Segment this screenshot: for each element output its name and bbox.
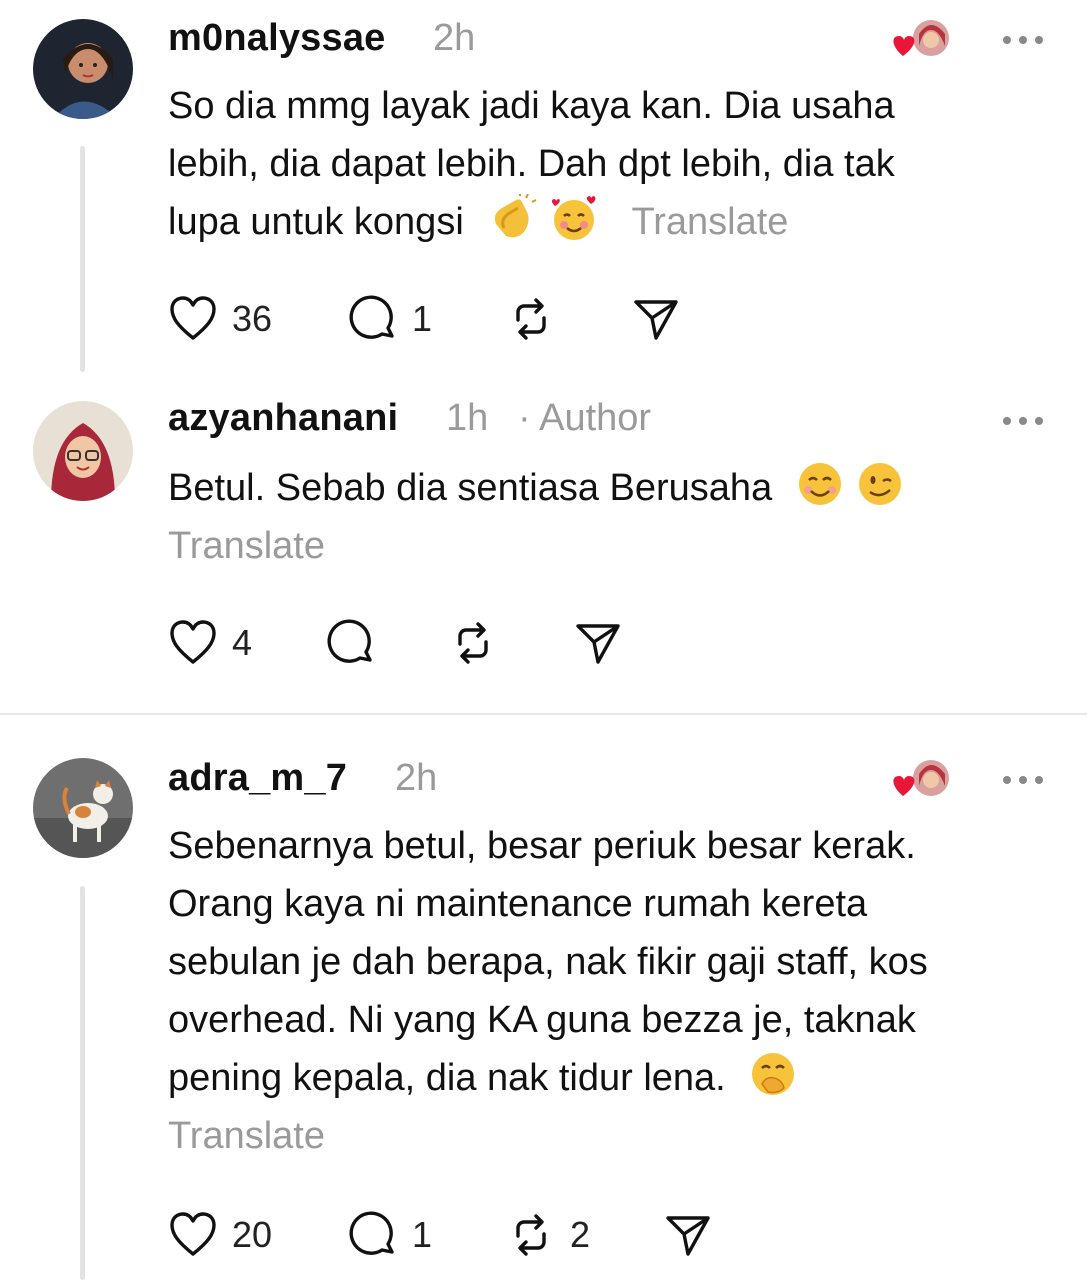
like-count: 36 bbox=[232, 298, 273, 339]
divider bbox=[0, 713, 1087, 715]
translate-link[interactable]: Translate bbox=[168, 517, 1048, 575]
share-button[interactable] bbox=[662, 1210, 712, 1260]
comment-icon bbox=[349, 1211, 394, 1255]
send-icon bbox=[634, 300, 678, 340]
repost-icon bbox=[458, 622, 488, 664]
more-options-icon[interactable] bbox=[1003, 772, 1043, 788]
timestamp: 1h bbox=[446, 397, 489, 439]
author-badge: · Author bbox=[518, 397, 652, 439]
send-icon bbox=[576, 624, 620, 664]
repost-icon bbox=[516, 298, 546, 340]
like-button[interactable]: 4 bbox=[168, 618, 252, 668]
avatar[interactable] bbox=[33, 401, 133, 501]
comment-line: Betul. Sebab dia sentiasa Berusaha bbox=[168, 467, 773, 509]
heart-icon bbox=[170, 1212, 216, 1256]
timestamp: 2h bbox=[395, 757, 438, 799]
timestamp: 2h bbox=[433, 17, 476, 59]
like-button[interactable]: 20 bbox=[168, 1210, 272, 1260]
username[interactable]: adra_m_7 bbox=[168, 757, 347, 800]
comment-text: Sebenarnya betul, besar periuk besar ker… bbox=[168, 817, 1048, 1165]
reply-button[interactable]: 1 bbox=[348, 1210, 432, 1260]
smiling-face-with-hearts-icon bbox=[549, 194, 599, 242]
repost-count: 2 bbox=[570, 1214, 591, 1255]
avatar[interactable] bbox=[33, 758, 133, 858]
heart-icon bbox=[170, 296, 216, 340]
reply-count: 1 bbox=[412, 298, 433, 339]
share-button[interactable] bbox=[630, 294, 680, 344]
repost-button[interactable]: 2 bbox=[506, 1210, 590, 1260]
reply-button[interactable]: 1 bbox=[348, 294, 432, 344]
comment-line: lebih, dia dapat lebih. Dah dpt lebih, d… bbox=[168, 143, 895, 185]
clapping-hands-icon bbox=[488, 192, 538, 242]
like-button[interactable]: 36 bbox=[168, 294, 272, 344]
heart-icon bbox=[170, 620, 216, 664]
comment-text: So dia mmg layak jadi kaya kan. Dia usah… bbox=[168, 77, 1048, 251]
username[interactable]: azyanhanani bbox=[168, 397, 398, 440]
thread-line bbox=[80, 886, 85, 1280]
translate-link[interactable]: Translate bbox=[631, 201, 788, 243]
thread-line bbox=[80, 146, 85, 372]
comment-icon bbox=[349, 295, 394, 339]
comment-line: overhead. Ni yang KA guna bezza je, takn… bbox=[168, 999, 916, 1041]
repost-button[interactable] bbox=[448, 618, 498, 668]
reply-count: 1 bbox=[412, 1214, 433, 1255]
reply-button[interactable] bbox=[326, 618, 376, 668]
avatar[interactable] bbox=[33, 19, 133, 119]
liked-by-author-icon bbox=[889, 756, 953, 802]
smiling-face-icon bbox=[795, 460, 845, 508]
more-options-icon[interactable] bbox=[1003, 32, 1043, 48]
comment-text: Betul. Sebab dia sentiasa Berusaha Trans… bbox=[168, 459, 1048, 575]
translate-link[interactable]: Translate bbox=[168, 1107, 1048, 1165]
send-icon bbox=[666, 1216, 710, 1256]
liked-by-author-icon bbox=[889, 16, 953, 62]
username[interactable]: m0nalyssae bbox=[168, 17, 386, 60]
face-with-hand-over-mouth-icon bbox=[748, 1050, 798, 1098]
share-button[interactable] bbox=[572, 618, 622, 668]
comment-line: pening kepala, dia nak tidur lena. bbox=[168, 1057, 726, 1099]
winking-face-icon bbox=[855, 460, 905, 508]
comment-line: Orang kaya ni maintenance rumah kereta bbox=[168, 883, 868, 925]
more-options-icon[interactable] bbox=[1003, 413, 1043, 429]
comment-line: Sebenarnya betul, besar periuk besar ker… bbox=[168, 825, 916, 867]
like-count: 4 bbox=[232, 622, 253, 663]
repost-button[interactable] bbox=[506, 294, 570, 344]
comment-icon bbox=[327, 619, 372, 663]
comment-line: sebulan je dah berapa, nak fikir gaji st… bbox=[168, 941, 928, 983]
repost-icon bbox=[516, 1214, 546, 1256]
comment-line: lupa untuk kongsi bbox=[168, 201, 464, 243]
like-count: 20 bbox=[232, 1214, 273, 1255]
comment-line: So dia mmg layak jadi kaya kan. Dia usah… bbox=[168, 85, 895, 127]
